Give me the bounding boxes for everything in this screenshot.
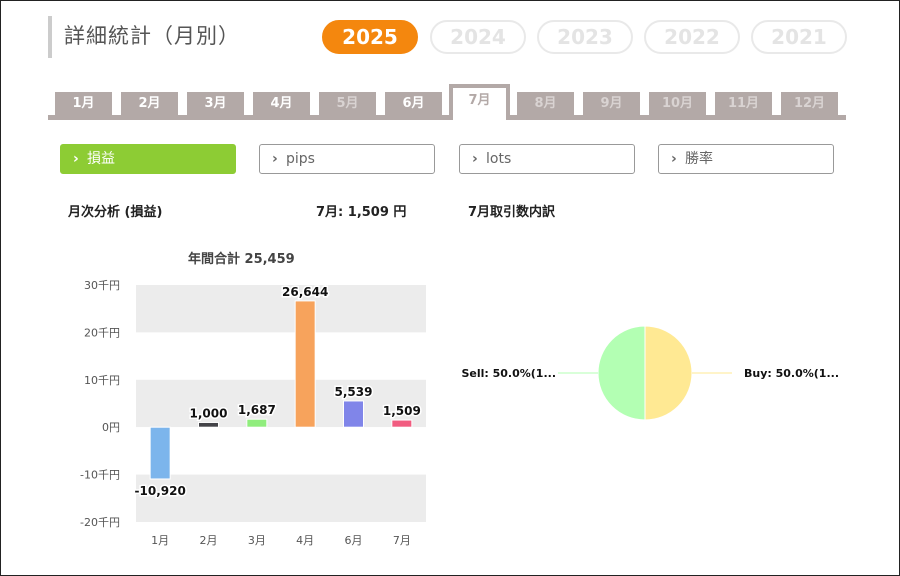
y-tick-label: -20千円	[80, 516, 120, 529]
grid-band	[136, 332, 426, 380]
bar-2月[interactable]	[198, 421, 219, 428]
x-tick-label: 7月	[393, 534, 411, 547]
y-tick-label: 10千円	[84, 374, 120, 387]
metric-label: pips	[286, 151, 315, 167]
analysis-heading: 月次分析 (損益)	[68, 205, 163, 220]
tab-month-7[interactable]: 7月	[449, 84, 510, 120]
y-tick-label: 30千円	[84, 279, 120, 292]
tab-month-12: 12月	[781, 92, 838, 115]
grid-band	[136, 427, 426, 475]
metric-button-pips[interactable]: › pips	[259, 144, 435, 174]
monthly-pl-bar-chart: 30千円 20千円 10千円 0円 -10千円 -20千円 -10,920 1月 1,000 2月…	[80, 279, 426, 547]
page-title: 詳細統計（月別）	[64, 24, 240, 48]
year-button-2021[interactable]: 2021	[751, 20, 847, 54]
metric-button-win-rate[interactable]: › 勝率	[658, 144, 834, 174]
metric-button-profit-loss[interactable]: › 損益	[60, 144, 236, 174]
x-tick-label: 6月	[345, 534, 363, 547]
year-button-2022[interactable]: 2022	[644, 20, 740, 54]
month-value: 7月: 1,509 円	[316, 205, 407, 220]
bar-value-label: 26,644	[282, 285, 328, 299]
chevron-right-icon: ›	[272, 151, 278, 167]
grid-band	[136, 474, 426, 522]
breakdown-heading: 7月取引数内訳	[468, 205, 556, 220]
bar-6月[interactable]	[343, 400, 364, 428]
grid-band	[136, 285, 426, 333]
trade-breakdown-pie-chart: Buy: 50.0%(1... Sell: 50.0%(1...	[461, 325, 839, 421]
bar-value-label: 1,509	[383, 404, 421, 418]
tab-month-3[interactable]: 3月	[187, 92, 244, 115]
year-button-2025[interactable]: 2025	[322, 20, 418, 54]
pie-slice-label: Sell: 50.0%(1...	[461, 367, 556, 380]
metric-label: 損益	[87, 151, 115, 167]
x-tick-label: 1月	[151, 534, 169, 547]
bar-value-label: 5,539	[335, 385, 373, 399]
chevron-right-icon: ›	[671, 151, 677, 167]
tab-month-5: 5月	[319, 92, 376, 115]
tab-month-4[interactable]: 4月	[253, 92, 310, 115]
bar-1月[interactable]	[149, 426, 171, 480]
month-tab-baseline	[48, 115, 846, 120]
bar-chart-title: 年間合計 25,459	[188, 252, 295, 267]
metric-label: 勝率	[685, 151, 713, 167]
pie-slice[interactable]	[597, 325, 646, 421]
chevron-right-icon: ›	[472, 151, 478, 167]
y-tick-label: -10千円	[80, 469, 120, 482]
tab-month-1[interactable]: 1月	[55, 92, 112, 115]
metric-button-lots[interactable]: › lots	[459, 144, 635, 174]
pie-slice-label: Buy: 50.0%(1...	[744, 367, 839, 380]
x-tick-label: 3月	[248, 534, 266, 547]
metric-label: lots	[486, 151, 512, 167]
y-tick-label: 20千円	[84, 326, 120, 339]
tab-month-6[interactable]: 6月	[385, 92, 442, 115]
bar-7月[interactable]	[391, 419, 413, 428]
pie-slice[interactable]	[644, 325, 693, 421]
y-tick-label: 0円	[102, 421, 120, 434]
tab-month-2[interactable]: 2月	[121, 92, 178, 115]
tab-month-11: 11月	[715, 92, 772, 115]
title-accent-bar	[48, 16, 52, 58]
tab-month-9: 9月	[583, 92, 640, 115]
bar-3月[interactable]	[246, 418, 268, 428]
tab-month-8: 8月	[517, 92, 574, 115]
x-tick-label: 4月	[296, 534, 314, 547]
tab-month-10: 10月	[649, 92, 706, 115]
bar-value-label: -10,920	[135, 484, 186, 498]
bar-4月[interactable]	[294, 300, 316, 428]
year-button-2023[interactable]: 2023	[537, 20, 633, 54]
year-button-2024[interactable]: 2024	[430, 20, 526, 54]
bar-value-label: 1,000	[190, 406, 228, 420]
chevron-right-icon: ›	[73, 151, 79, 167]
x-tick-label: 2月	[200, 534, 218, 547]
bar-value-label: 1,687	[238, 403, 276, 417]
